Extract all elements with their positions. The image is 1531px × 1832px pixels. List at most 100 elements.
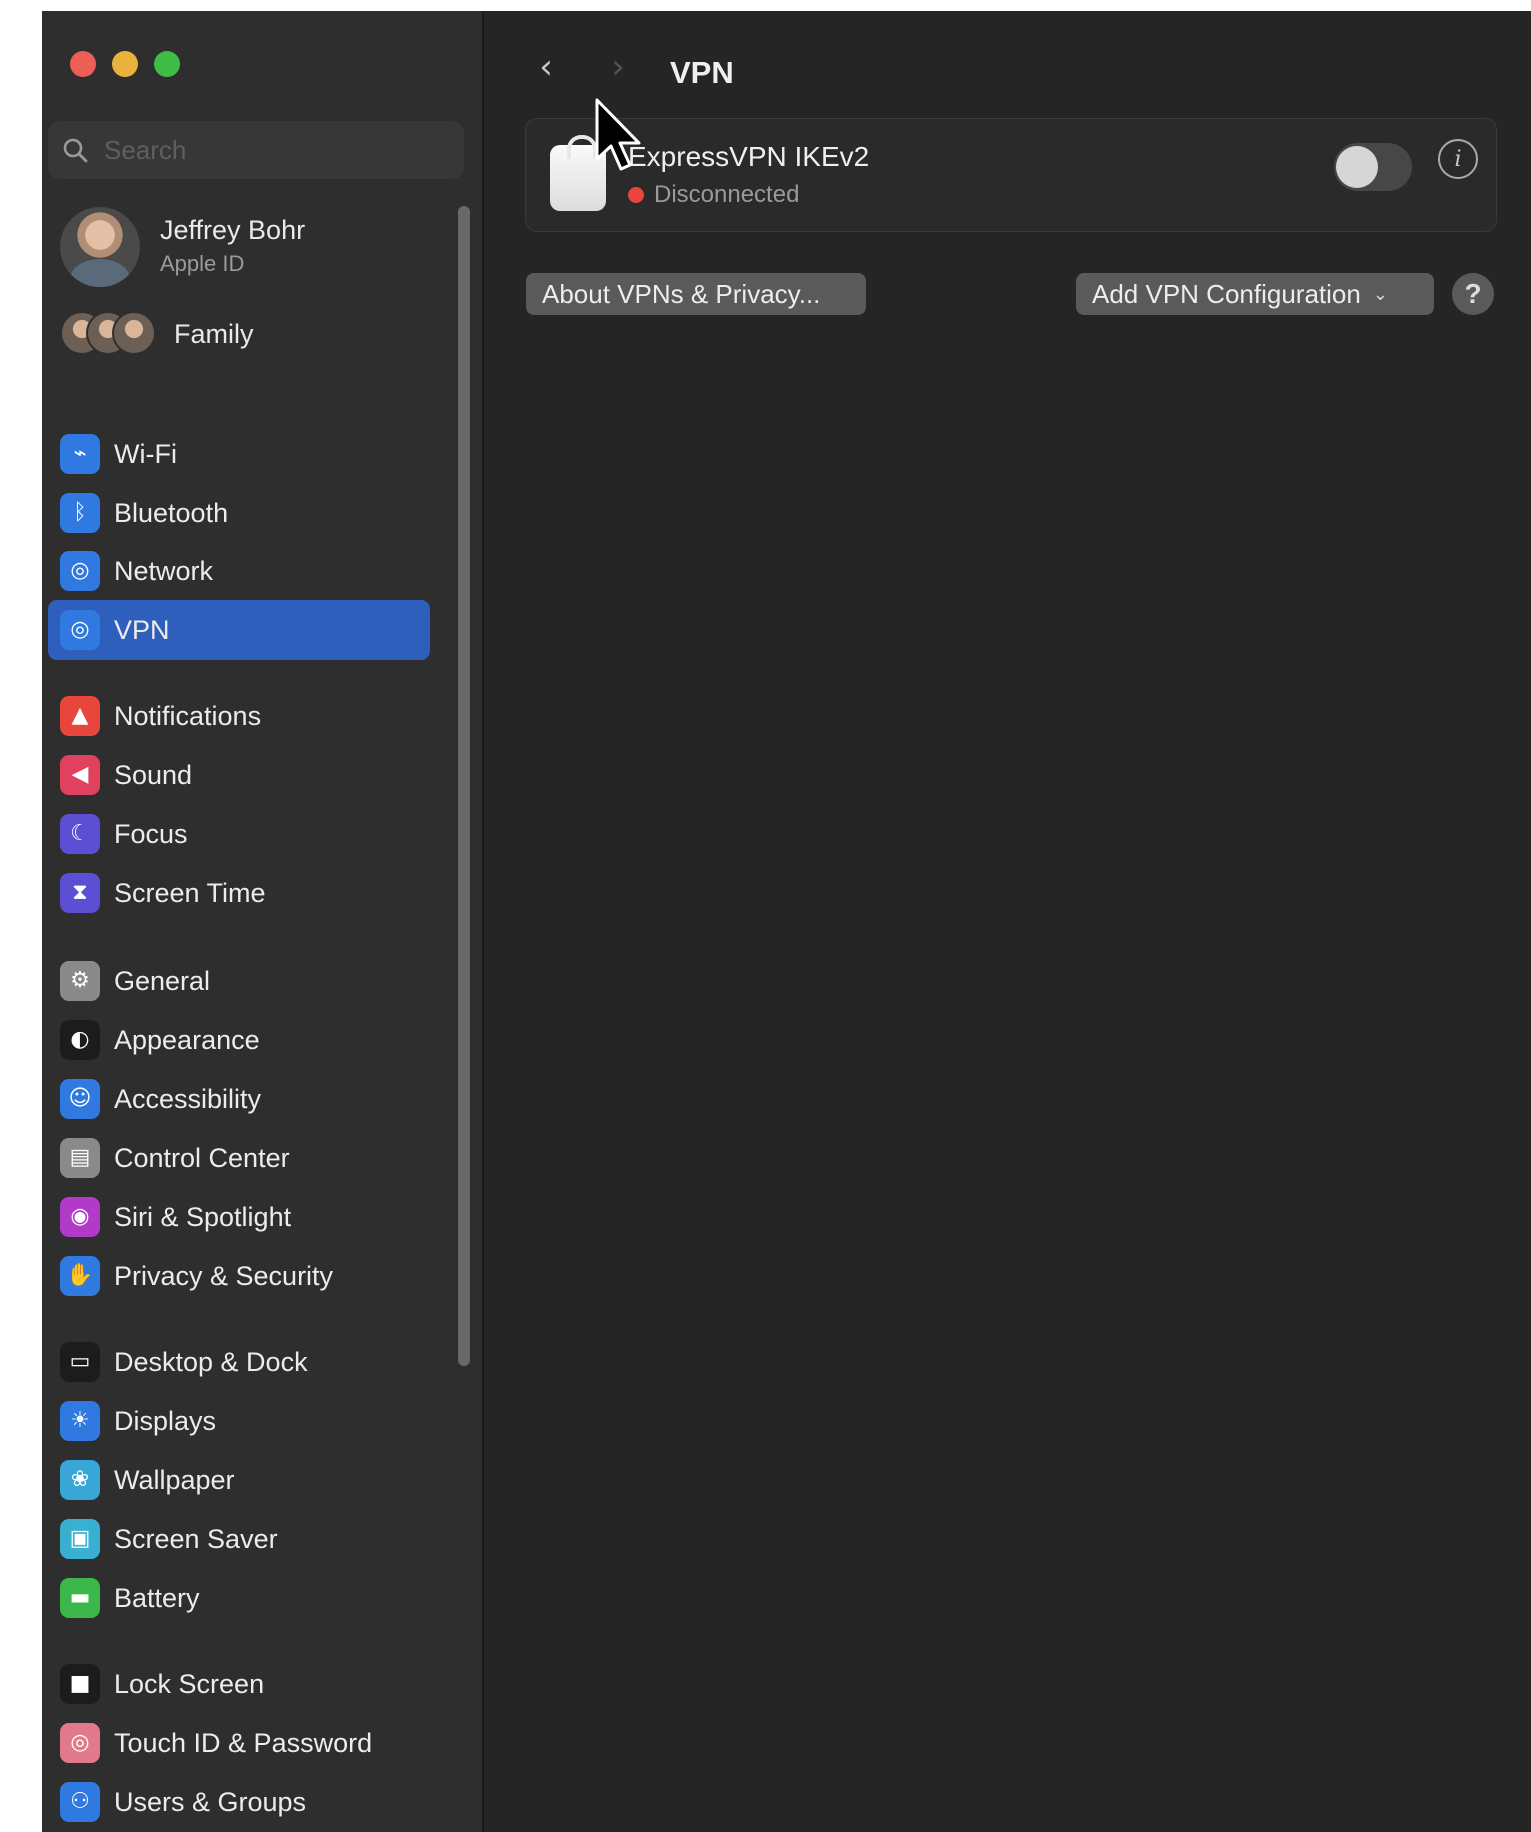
vpn-status-row: Disconnected [628, 181, 799, 209]
settings-window: Jeffrey Bohr Apple ID Family ⌁ Wi-Fi ᛒ Blue… [42, 11, 1531, 1832]
sun-icon: ☀ [60, 1401, 100, 1441]
sidebar-item-screen-saver[interactable]: ▣ Screen Saver [48, 1509, 430, 1569]
sidebar-item-wi-fi[interactable]: ⌁ Wi-Fi [48, 424, 430, 484]
vpn-status: Disconnected [654, 181, 800, 208]
add-vpn-configuration-button[interactable]: Add VPN Configuration ⌄ [1076, 273, 1434, 315]
close-window-button[interactable] [70, 51, 96, 77]
sidebar-item-desktop-dock[interactable]: ▭ Desktop & Dock [48, 1332, 430, 1392]
status-dot-icon [628, 187, 644, 203]
accessibility-icon: ☺ [60, 1079, 100, 1119]
search-icon [63, 138, 88, 163]
sidebar-item-label: Users & Groups [114, 1786, 307, 1817]
sidebar-item-label: VPN [114, 614, 170, 645]
apple-id-profile[interactable]: Jeffrey Bohr Apple ID [60, 207, 420, 289]
help-label: ? [1464, 278, 1482, 309]
gear-icon: ⚙ [60, 961, 100, 1001]
sidebar-item-label: Privacy & Security [114, 1260, 334, 1291]
sidebar-item-appearance[interactable]: ◐ Appearance [48, 1010, 430, 1070]
sidebar-item-notifications[interactable]: ▲ Notifications [48, 686, 430, 746]
sidebar-item-label: Control Center [114, 1142, 290, 1173]
profile-subtitle: Apple ID [160, 251, 245, 276]
vpn-name: ExpressVPN IKEv2 [628, 141, 870, 172]
sidebar-item-label: General [114, 965, 211, 996]
family-item[interactable]: Family [60, 309, 420, 357]
profile-name: Jeffrey Bohr [160, 215, 306, 245]
sidebar-item-siri-spotlight[interactable]: ◉ Siri & Spotlight [48, 1187, 430, 1247]
sidebar-item-privacy-security[interactable]: ✋ Privacy & Security [48, 1246, 430, 1306]
about-vpns-button[interactable]: About VPNs & Privacy... [526, 273, 866, 315]
page-title: VPN [670, 55, 734, 90]
sidebar-item-control-center[interactable]: ▤ Control Center [48, 1128, 430, 1188]
sidebar-item-label: Screen Time [114, 877, 266, 908]
avatar [60, 207, 140, 287]
minimize-window-button[interactable] [112, 51, 138, 77]
siri-icon: ◉ [60, 1197, 100, 1237]
sidebar-item-label: Siri & Spotlight [114, 1201, 292, 1232]
hourglass-icon: ⧗ [60, 873, 100, 913]
dock-icon: ▭ [60, 1342, 100, 1382]
help-button[interactable]: ? [1452, 273, 1494, 315]
sidebar-scrollbar[interactable] [458, 206, 470, 1366]
wallpaper-icon: ❀ [60, 1460, 100, 1500]
mouse-pointer-icon [595, 98, 641, 171]
hand-icon: ✋ [60, 1256, 100, 1296]
globe-icon: ◎ [60, 551, 100, 591]
control-center-icon: ▤ [60, 1138, 100, 1178]
toggle-knob [1336, 146, 1378, 188]
sidebar-item-wallpaper[interactable]: ❀ Wallpaper [48, 1450, 430, 1510]
sidebar-item-network[interactable]: ◎ Network [48, 541, 430, 601]
add-vpn-label: Add VPN Configuration [1092, 278, 1361, 309]
lock-icon: ■ [60, 1664, 100, 1704]
sidebar-item-label: Notifications [114, 700, 262, 731]
sidebar: Jeffrey Bohr Apple ID Family ⌁ Wi-Fi ᛒ Blue… [42, 11, 484, 1832]
sidebar-item-general[interactable]: ⚙ General [48, 951, 430, 1011]
wifi-icon: ⌁ [60, 434, 100, 474]
screen-saver-icon: ▣ [60, 1519, 100, 1559]
moon-icon: ☾ [60, 814, 100, 854]
sidebar-item-users-groups[interactable]: ⚇ Users & Groups [48, 1772, 430, 1832]
zoom-window-button[interactable] [154, 51, 180, 77]
chevron-left-icon: ‹ [539, 47, 553, 87]
sidebar-item-label: Battery [114, 1582, 200, 1613]
sidebar-item-label: Wallpaper [114, 1464, 235, 1495]
sidebar-item-focus[interactable]: ☾ Focus [48, 804, 430, 864]
speaker-icon: ◀ [60, 755, 100, 795]
sidebar-item-touch-id-password[interactable]: ◎ Touch ID & Password [48, 1713, 430, 1773]
chevron-right-icon: › [611, 47, 625, 87]
sidebar-item-vpn[interactable]: ◎ VPN [48, 600, 430, 660]
sidebar-item-battery[interactable]: ▬ Battery [48, 1568, 430, 1628]
sidebar-item-sound[interactable]: ◀ Sound [48, 745, 430, 805]
sidebar-item-label: Screen Saver [114, 1523, 278, 1554]
appearance-icon: ◐ [60, 1020, 100, 1060]
sidebar-item-label: Lock Screen [114, 1668, 265, 1699]
sidebar-item-label: Displays [114, 1405, 217, 1436]
search-field[interactable] [48, 121, 464, 179]
info-button[interactable]: i [1438, 139, 1478, 179]
sidebar-item-lock-screen[interactable]: ■ Lock Screen [48, 1654, 430, 1714]
vpn-connection-row[interactable]: ExpressVPN IKEv2 Disconnected i [525, 118, 1497, 232]
sidebar-item-label: Sound [114, 759, 193, 790]
sidebar-item-label: Accessibility [114, 1083, 262, 1114]
vpn-toggle[interactable] [1334, 143, 1412, 191]
info-icon: i [1454, 146, 1462, 172]
battery-icon: ▬ [60, 1578, 100, 1618]
fingerprint-icon: ◎ [60, 1723, 100, 1763]
sidebar-item-bluetooth[interactable]: ᛒ Bluetooth [48, 483, 430, 543]
sidebar-item-label: Appearance [114, 1024, 260, 1055]
sidebar-item-displays[interactable]: ☀ Displays [48, 1391, 430, 1451]
sidebar-item-label: Focus [114, 818, 188, 849]
vpn-globe-icon: ◎ [60, 610, 100, 650]
sidebar-item-screen-time[interactable]: ⧗ Screen Time [48, 863, 430, 923]
users-icon: ⚇ [60, 1782, 100, 1822]
sidebar-item-accessibility[interactable]: ☺ Accessibility [48, 1069, 430, 1129]
sidebar-item-label: Network [114, 555, 214, 586]
chevron-down-icon: ⌄ [1372, 283, 1388, 305]
sidebar-item-label: Desktop & Dock [114, 1346, 308, 1377]
sidebar-item-label: Bluetooth [114, 497, 229, 528]
sidebar-item-label: Wi-Fi [114, 438, 177, 469]
search-input[interactable] [102, 133, 406, 167]
forward-button[interactable]: › [603, 47, 633, 87]
family-avatars [60, 311, 160, 355]
bluetooth-icon: ᛒ [60, 493, 100, 533]
back-button[interactable]: ‹ [531, 47, 561, 87]
